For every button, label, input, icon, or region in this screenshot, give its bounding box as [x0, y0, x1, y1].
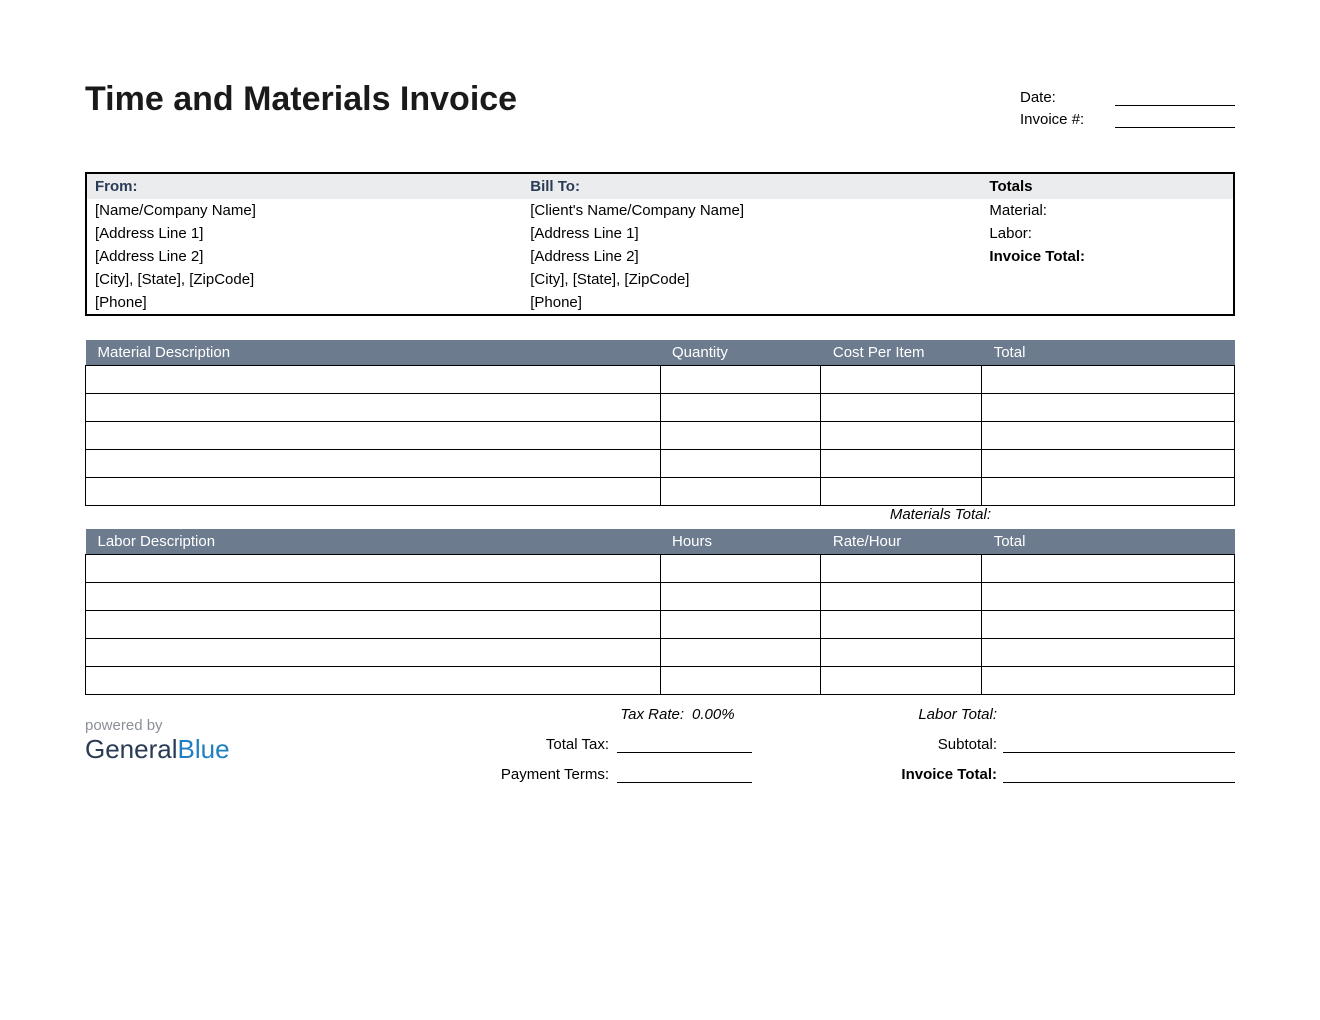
from-phone[interactable]: [Phone] — [86, 291, 522, 315]
table-row[interactable] — [86, 667, 1235, 695]
total-tax-label: Total Tax: — [546, 736, 617, 753]
totals-invoice-total-label: Invoice Total: — [981, 245, 1234, 268]
logo: GeneralBlue — [85, 734, 407, 765]
from-addr2[interactable]: [Address Line 2] — [86, 245, 522, 268]
table-row[interactable] — [86, 366, 1235, 394]
table-row[interactable] — [86, 394, 1235, 422]
materials-total-header: Total — [982, 340, 1235, 366]
invoice-meta: Date: Invoice #: — [1020, 80, 1235, 132]
from-city[interactable]: [City], [State], [ZipCode] — [86, 268, 522, 291]
totals-labor-label: Labor: — [981, 222, 1234, 245]
billto-addr2[interactable]: [Address Line 2] — [522, 245, 981, 268]
subtotal-line[interactable] — [1003, 735, 1235, 753]
table-row[interactable] — [86, 611, 1235, 639]
materials-qty-header: Quantity — [660, 340, 821, 366]
materials-cost-header: Cost Per Item — [821, 340, 982, 366]
table-row[interactable] — [86, 555, 1235, 583]
powered-by-text: powered by — [85, 717, 407, 734]
labor-rate-header: Rate/Hour — [821, 529, 982, 555]
billto-name[interactable]: [Client's Name/Company Name] — [522, 199, 981, 222]
table-row[interactable] — [86, 583, 1235, 611]
invoice-number-label: Invoice #: — [1020, 111, 1115, 128]
date-input-line[interactable] — [1115, 88, 1235, 106]
date-label: Date: — [1020, 89, 1115, 106]
labor-total-header: Total — [982, 529, 1235, 555]
invoice-total-line[interactable] — [1003, 765, 1235, 783]
info-table: From: Bill To: Totals [Name/Company Name… — [85, 172, 1235, 316]
billto-city[interactable]: [City], [State], [ZipCode] — [522, 268, 981, 291]
table-row[interactable] — [86, 422, 1235, 450]
totals-header: Totals — [981, 173, 1234, 199]
invoice-number-input-line[interactable] — [1115, 110, 1235, 128]
materials-total-label: Materials Total: — [890, 506, 1003, 523]
materials-total-value — [1003, 506, 1235, 523]
billto-phone[interactable]: [Phone] — [522, 291, 981, 315]
page-title: Time and Materials Invoice — [85, 80, 517, 119]
materials-desc-header: Material Description — [86, 340, 661, 366]
labor-total-label: Labor Total: — [918, 706, 1003, 723]
billto-header: Bill To: — [522, 173, 981, 199]
labor-desc-header: Labor Description — [86, 529, 661, 555]
from-name[interactable]: [Name/Company Name] — [86, 199, 522, 222]
payment-terms-line[interactable] — [617, 765, 752, 783]
table-row[interactable] — [86, 450, 1235, 478]
billto-addr1[interactable]: [Address Line 1] — [522, 222, 981, 245]
tax-rate-label: Tax Rate: — [620, 706, 692, 723]
tax-rate-value: 0.00% — [692, 706, 752, 723]
totals-material-label: Material: — [981, 199, 1234, 222]
logo-text-1: General — [85, 734, 178, 764]
invoice-total-label: Invoice Total: — [901, 766, 1003, 783]
materials-table: Material Description Quantity Cost Per I… — [85, 340, 1235, 506]
powered-by: powered by GeneralBlue — [85, 699, 407, 765]
from-addr1[interactable]: [Address Line 1] — [86, 222, 522, 245]
labor-hours-header: Hours — [660, 529, 821, 555]
labor-table: Labor Description Hours Rate/Hour Total — [85, 529, 1235, 695]
table-row[interactable] — [86, 478, 1235, 506]
table-row[interactable] — [86, 639, 1235, 667]
logo-text-2: Blue — [178, 734, 230, 764]
from-header: From: — [86, 173, 522, 199]
subtotal-label: Subtotal: — [938, 736, 1003, 753]
total-tax-line[interactable] — [617, 735, 752, 753]
payment-terms-label: Payment Terms: — [501, 766, 617, 783]
